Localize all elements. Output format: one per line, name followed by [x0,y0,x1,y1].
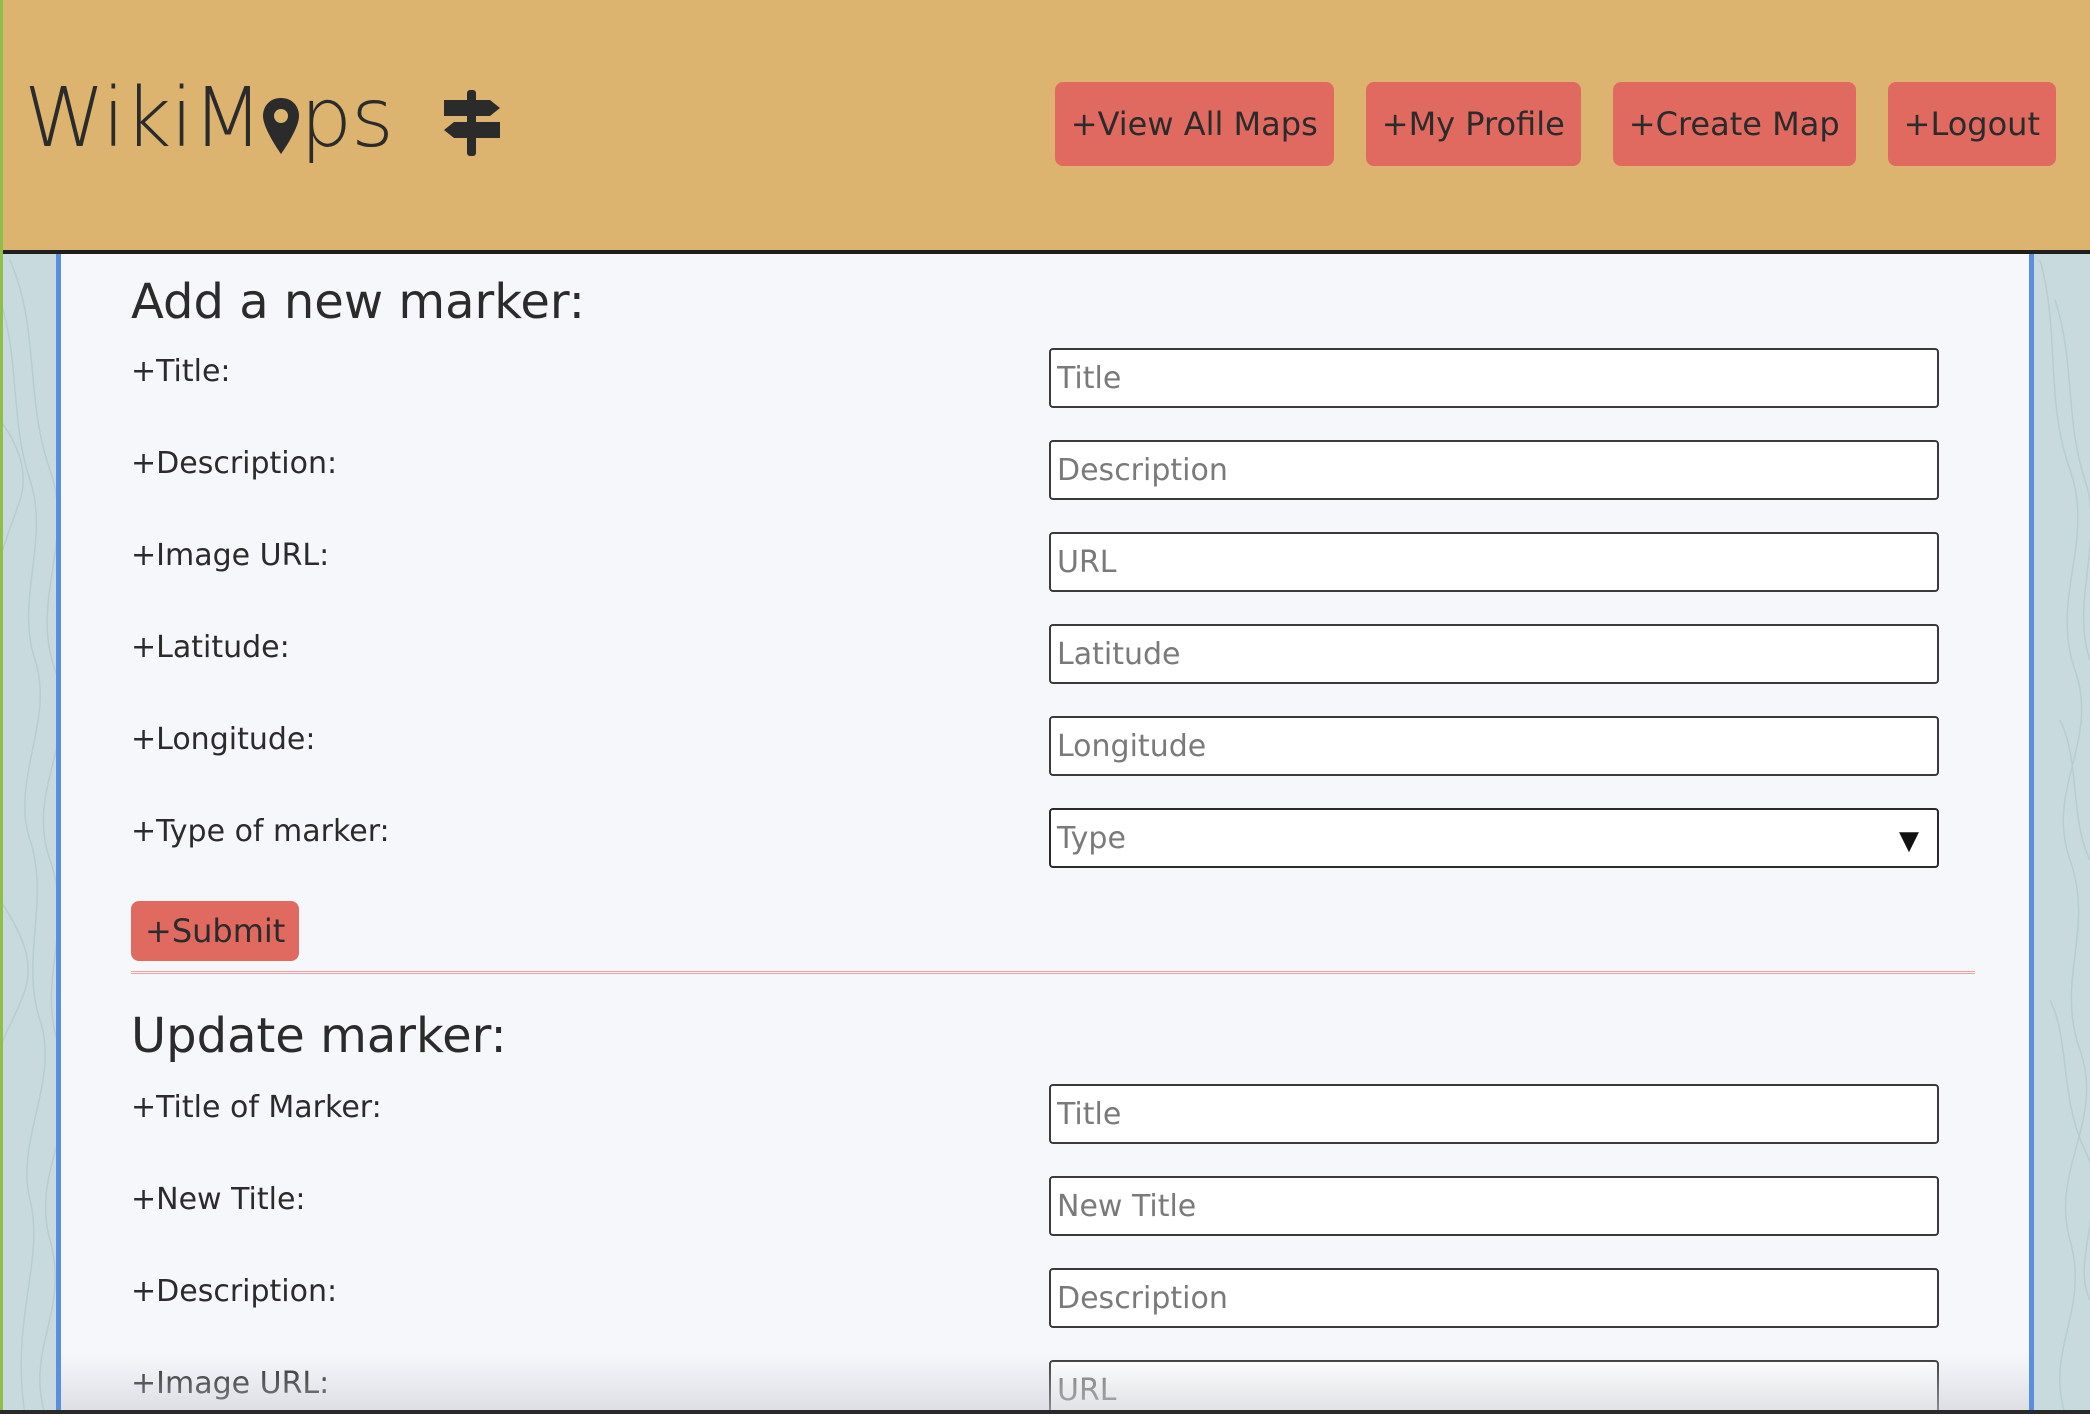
view-all-maps-button[interactable]: +View All Maps [1054,82,1334,166]
marker-type-select[interactable]: Type ▼ [1049,808,1939,868]
add-marker-heading: Add a new marker: [131,274,585,330]
content-panel: Add a new marker: +Title: +Description: … [56,254,2034,1414]
new-title-label: +New Title: [131,1182,306,1217]
submit-button[interactable]: +Submit [131,901,300,961]
dropdown-arrow-icon: ▼ [1899,826,1919,856]
wikimaps-logo[interactable]: WikiM ps [24,64,394,174]
marker-type-value: Type [1057,821,1126,856]
logo-text-right: ps [300,71,394,166]
logo-text-left: WikiM [24,71,263,166]
update-image-url-input[interactable] [1049,1360,1939,1414]
title-input[interactable] [1049,348,1939,408]
create-map-button[interactable]: +Create Map [1612,82,1856,166]
marker-type-label: +Type of marker: [131,814,390,849]
map-pin-icon [263,98,300,154]
bottom-edge [0,1410,2090,1414]
new-title-input[interactable] [1049,1176,1939,1236]
section-divider [131,971,1975,974]
description-input[interactable] [1049,440,1939,500]
title-label: +Title: [131,354,231,389]
update-description-input[interactable] [1049,1268,1939,1328]
update-marker-heading: Update marker: [131,1008,507,1064]
title-of-marker-input[interactable] [1049,1084,1939,1144]
description-label: +Description: [131,446,338,481]
title-of-marker-label: +Title of Marker: [131,1090,382,1125]
signpost-icon-button[interactable] [436,86,508,158]
update-image-url-label: +Image URL: [131,1366,330,1401]
left-accent-stripe [0,0,3,1414]
main-nav: +View All Maps +My Profile +Create Map +… [1054,82,2056,166]
longitude-label: +Longitude: [131,722,316,757]
latitude-label: +Latitude: [131,630,290,665]
logout-button[interactable]: +Logout [1887,82,2056,166]
my-profile-button[interactable]: +My Profile [1365,82,1581,166]
longitude-input[interactable] [1049,716,1939,776]
image-url-input[interactable] [1049,532,1939,592]
signpost-icon [444,90,500,156]
image-url-label: +Image URL: [131,538,330,573]
top-header: WikiM ps +View All Maps +My Profile +Cre… [0,0,2090,254]
update-description-label: +Description: [131,1274,338,1309]
latitude-input[interactable] [1049,624,1939,684]
